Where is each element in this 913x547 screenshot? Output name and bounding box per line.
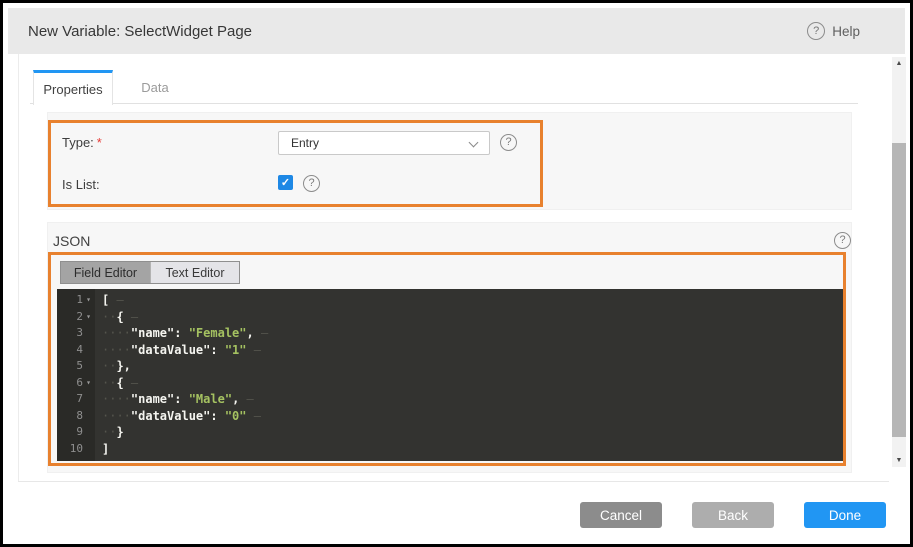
code-line[interactable]: 1▾[ –: [57, 292, 843, 309]
line-number: 6: [76, 375, 83, 392]
type-help-icon[interactable]: ?: [500, 134, 517, 151]
fold-arrow-icon[interactable]: ▾: [83, 309, 94, 326]
is-list-help-icon[interactable]: ?: [303, 175, 320, 192]
code-line[interactable]: 6▾··{ –: [57, 375, 843, 392]
code-text: ··},: [95, 358, 131, 375]
line-number: 9: [76, 424, 83, 441]
code-line[interactable]: 9 ··}: [57, 424, 843, 441]
is-list-checkbox[interactable]: ✓: [278, 175, 293, 190]
is-list-label: Is List:: [62, 177, 100, 192]
gutter-cell: 4: [57, 342, 95, 359]
json-code-editor[interactable]: 1▾[ –2▾··{ –3····"name": "Female", –4···…: [57, 289, 843, 461]
type-label: Type:*: [62, 135, 102, 150]
gutter-cell: 2▾: [57, 309, 95, 326]
help-icon: ?: [807, 22, 825, 40]
code-text: ··{ –: [95, 309, 138, 326]
done-button[interactable]: Done: [804, 502, 886, 528]
fold-arrow-icon[interactable]: ▾: [83, 375, 94, 392]
code-line[interactable]: 8 ····"dataValue": "0" –: [57, 408, 843, 425]
line-number: 2: [76, 309, 83, 326]
scroll-down-icon[interactable]: ▼: [892, 454, 906, 467]
json-help-icon[interactable]: ?: [834, 232, 851, 249]
vertical-scrollbar[interactable]: ▲ ▼: [892, 57, 906, 467]
properties-panel: [47, 112, 852, 210]
line-number: 4: [76, 342, 83, 359]
help-button[interactable]: ? Help: [807, 8, 860, 54]
line-number: 3: [76, 325, 83, 342]
editor-mode-tabs: Field Editor Text Editor: [60, 261, 240, 284]
viewport-left-border: [18, 54, 19, 481]
code-text: ··}: [95, 424, 124, 441]
code-line[interactable]: 3 ····"name": "Female", –: [57, 325, 843, 342]
code-lines: 1▾[ –2▾··{ –3····"name": "Female", –4···…: [57, 292, 843, 457]
code-text: ····"name": "Female", –: [95, 325, 268, 342]
line-number: 8: [76, 408, 83, 425]
type-select[interactable]: Entry: [278, 131, 490, 155]
code-text: ··{ –: [95, 375, 138, 392]
type-select-value: Entry: [291, 136, 319, 150]
code-text: ····"name": "Male", –: [95, 391, 254, 408]
tab-data[interactable]: Data: [125, 70, 185, 104]
gutter-cell: 7: [57, 391, 95, 408]
help-label: Help: [832, 24, 860, 39]
code-line[interactable]: 7 ····"name": "Male", –: [57, 391, 843, 408]
footer-separator: [18, 481, 889, 482]
cancel-button[interactable]: Cancel: [580, 502, 662, 528]
json-section-label: JSON: [53, 233, 90, 249]
dialog-header: New Variable: SelectWidget Page ? Help: [8, 8, 905, 54]
tab-properties[interactable]: Properties: [33, 70, 113, 105]
gutter-cell: 10: [57, 441, 95, 458]
gutter-cell: 1▾: [57, 292, 95, 309]
required-asterisk: *: [97, 135, 102, 150]
type-label-text: Type:: [62, 135, 94, 150]
code-line[interactable]: 2▾··{ –: [57, 309, 843, 326]
tab-field-editor[interactable]: Field Editor: [61, 262, 150, 283]
code-text: ]: [95, 441, 109, 458]
gutter-cell: 5: [57, 358, 95, 375]
line-number: 7: [76, 391, 83, 408]
gutter-cell: 3: [57, 325, 95, 342]
scroll-up-icon[interactable]: ▲: [892, 57, 906, 70]
page-title: New Variable: SelectWidget Page: [28, 23, 252, 40]
code-text: [ –: [95, 292, 124, 309]
gutter-cell: 8: [57, 408, 95, 425]
line-number: 1: [76, 292, 83, 309]
tab-strip: Properties Data: [30, 70, 858, 104]
code-line[interactable]: 10]: [57, 441, 843, 458]
code-line[interactable]: 5 ··},: [57, 358, 843, 375]
code-line[interactable]: 4 ····"dataValue": "1" –: [57, 342, 843, 359]
fold-arrow-icon[interactable]: ▾: [83, 292, 94, 309]
tab-text-editor[interactable]: Text Editor: [150, 262, 239, 283]
line-number: 10: [70, 441, 83, 458]
chevron-down-icon: [469, 138, 479, 148]
back-button[interactable]: Back: [692, 502, 774, 528]
new-variable-dialog: New Variable: SelectWidget Page ? Help P…: [0, 0, 913, 547]
scrollbar-thumb[interactable]: [892, 143, 906, 437]
line-number: 5: [76, 358, 83, 375]
check-icon: ✓: [281, 176, 290, 189]
code-text: ····"dataValue": "1" –: [95, 342, 261, 359]
gutter-cell: 9: [57, 424, 95, 441]
gutter-cell: 6▾: [57, 375, 95, 392]
code-text: ····"dataValue": "0" –: [95, 408, 261, 425]
